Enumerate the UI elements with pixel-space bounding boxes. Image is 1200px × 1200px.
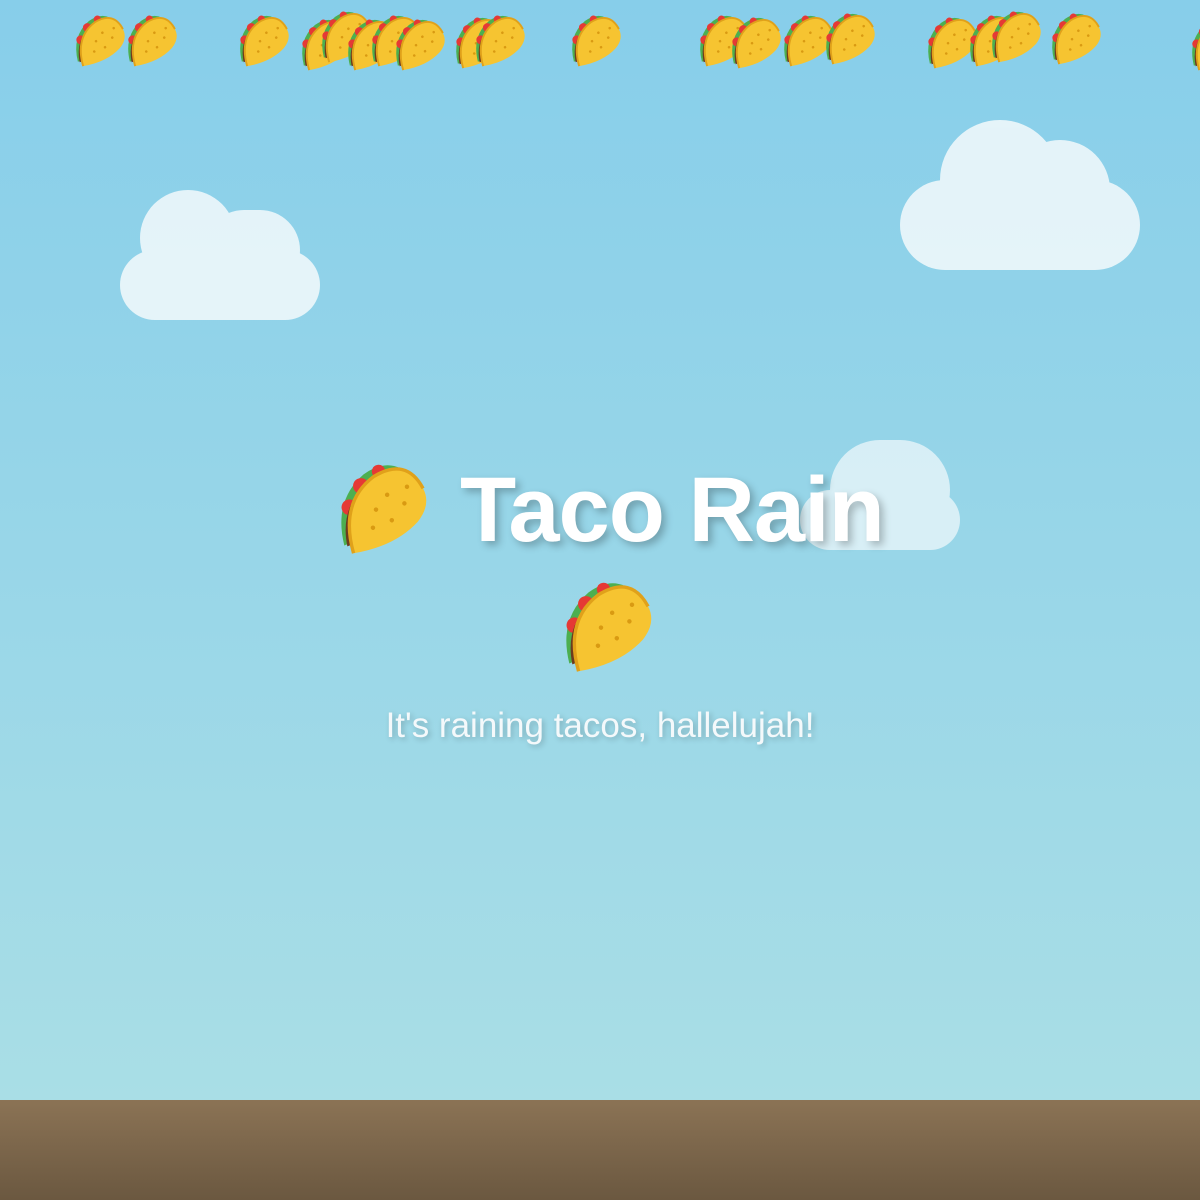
page-title-row: Taco Rain — [0, 440, 1200, 561]
cloud-icon — [120, 190, 320, 320]
falling-tacos — [0, 0, 1200, 120]
taco-icon — [1040, 4, 1104, 68]
cloud-icon — [900, 120, 1140, 270]
taco-icon — [980, 2, 1044, 66]
taco-icon — [1180, 10, 1200, 74]
taco-icon — [464, 6, 528, 70]
page-subtitle: It's raining tacos, hallelujah! — [385, 706, 815, 745]
taco-icon — [384, 10, 448, 74]
taco-icon — [228, 6, 292, 70]
taco-icon — [116, 6, 180, 70]
taco-icon — [814, 4, 878, 68]
taco-icon — [545, 566, 657, 678]
ground — [0, 1100, 1200, 1200]
hero: Taco Rain It's raining tacos, hallelujah… — [0, 440, 1200, 745]
page-title: Taco Rain — [460, 459, 885, 561]
taco-icon — [560, 6, 624, 70]
taco-icon — [320, 448, 432, 560]
